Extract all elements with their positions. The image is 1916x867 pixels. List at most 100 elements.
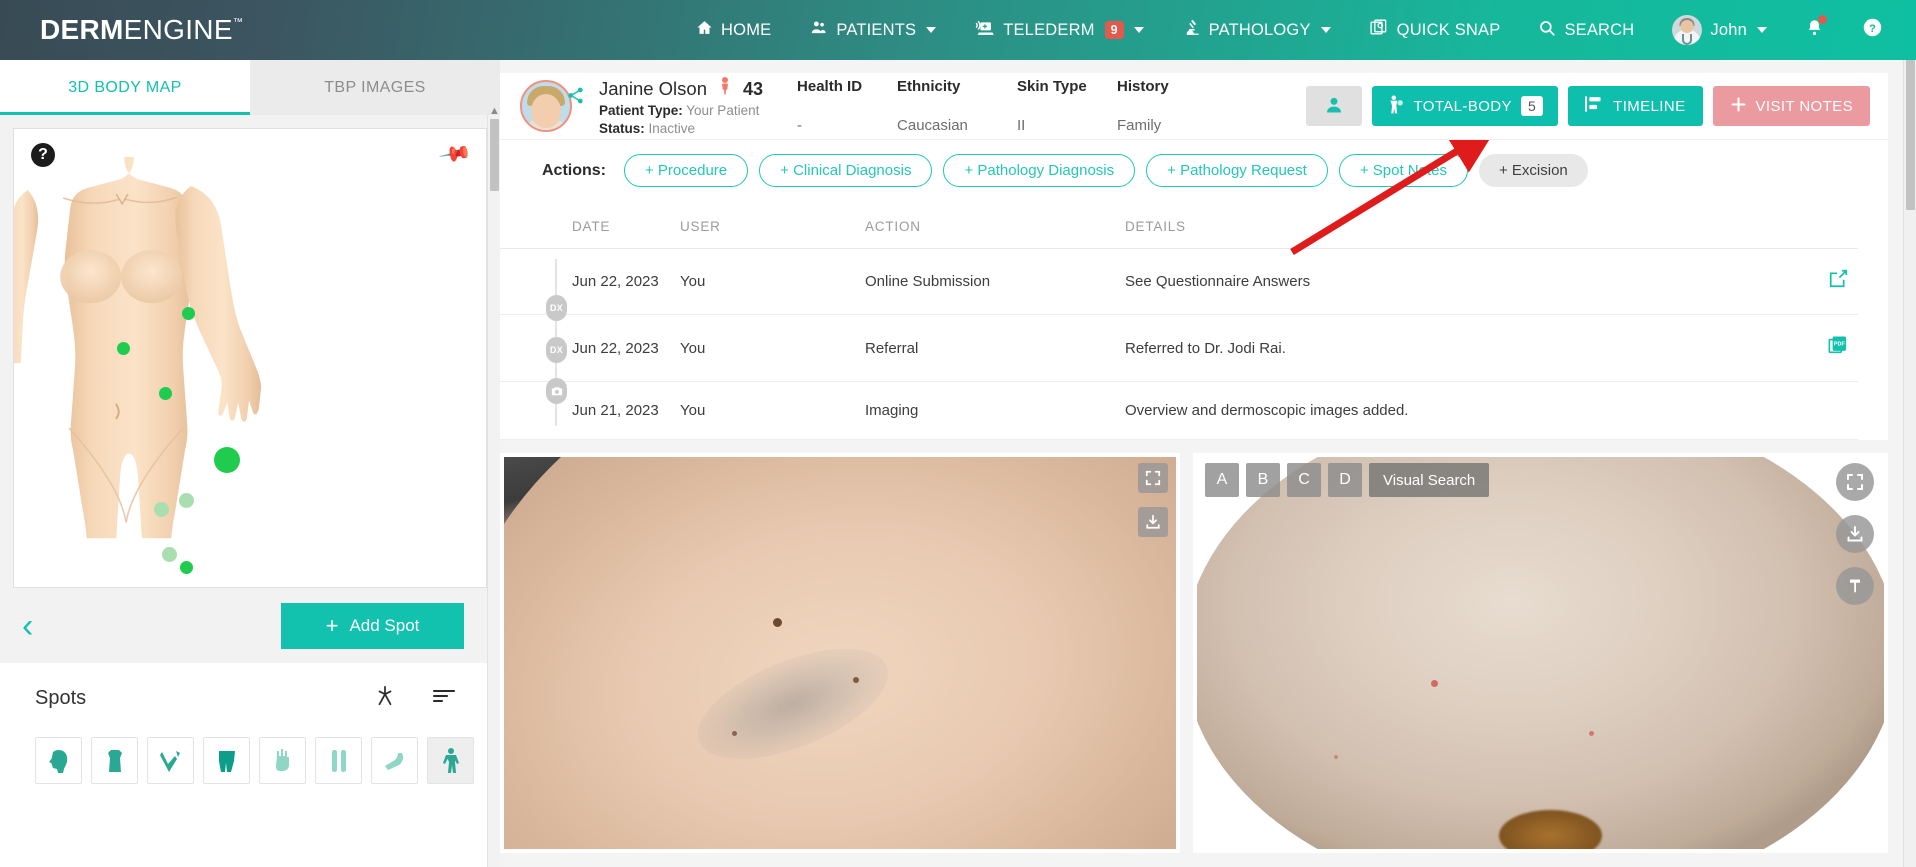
scroll-up-icon[interactable]: ▲	[489, 105, 500, 117]
dermoscopic-photo[interactable]	[1197, 457, 1884, 849]
help-icon[interactable]: ?	[31, 143, 55, 167]
patient-type-value: Your Patient	[686, 102, 760, 118]
actions-label: Actions:	[542, 161, 606, 179]
measure-icon[interactable]	[1836, 567, 1874, 605]
nav-item-home[interactable]: HOME	[677, 0, 790, 60]
help-circle-icon: ?	[1862, 17, 1883, 43]
top-navigation-bar: DERM ENGINE ™ HOME PATIENTS TELEDERM 9 P…	[0, 0, 1916, 60]
nav-item-search[interactable]: SEARCH	[1519, 0, 1653, 60]
region-button-torso[interactable]	[91, 737, 138, 784]
nav-item-quick-snap[interactable]: QUICK SNAP	[1350, 0, 1520, 60]
patient-profile-button[interactable]	[1306, 86, 1363, 126]
add-spot-button[interactable]: + Add Spot	[281, 602, 464, 649]
region-button-arm[interactable]	[147, 737, 194, 784]
abcd-button-d[interactable]: D	[1328, 463, 1362, 497]
sort-icon[interactable]	[432, 687, 456, 710]
abcd-button-a[interactable]: A	[1205, 463, 1239, 497]
action-add-procedure[interactable]: + Procedure	[624, 154, 749, 187]
clinical-overlay-controls	[1138, 463, 1168, 537]
abcd-button-c[interactable]: C	[1287, 463, 1321, 497]
action-add-pathology-request[interactable]: + Pathology Request	[1146, 154, 1328, 187]
timeline-icon	[1585, 95, 1604, 117]
content-area: Janine Olson 43 Patient Type: Your Patie…	[500, 60, 1916, 867]
field-health-id-label: Health ID	[797, 78, 863, 95]
table: DATE USER ACTION DETAILS Jun 22, 2023 Yo…	[500, 201, 1858, 440]
spot-marker[interactable]	[159, 387, 172, 400]
visit-notes-button[interactable]: VISIT NOTES	[1712, 86, 1870, 126]
content-inner: Janine Olson 43 Patient Type: Your Patie…	[500, 60, 1916, 853]
field-skin-type-label: Skin Type	[1017, 78, 1087, 95]
region-button-head[interactable]	[35, 737, 82, 784]
nav-item-telederm[interactable]: TELEDERM 9	[955, 0, 1162, 60]
nav-item-patients[interactable]: PATIENTS	[790, 0, 955, 60]
table-row[interactable]: Jun 22, 2023 You Online Submission See Q…	[500, 248, 1858, 315]
fullscreen-icon[interactable]	[1138, 463, 1168, 493]
visual-search-button[interactable]: Visual Search	[1369, 463, 1490, 497]
nav-item-patients-label: PATIENTS	[836, 20, 917, 39]
clinical-image-card[interactable]	[500, 453, 1180, 853]
sidebar-scrollbar[interactable]: ▲	[487, 105, 500, 867]
download-icon[interactable]	[1836, 515, 1874, 553]
chevron-left-icon[interactable]: ‹	[22, 609, 33, 643]
clinical-photo[interactable]	[504, 457, 1176, 849]
app-logo[interactable]: DERM ENGINE ™	[40, 14, 243, 46]
nav-item-help[interactable]: ?	[1843, 0, 1902, 60]
cell-action: Referral	[865, 314, 1125, 382]
nav-item-pathology[interactable]: PATHOLOGY	[1163, 0, 1350, 60]
body-map-canvas[interactable]: ? 📌	[13, 128, 487, 588]
spot-marker[interactable]	[162, 547, 177, 562]
download-icon[interactable]	[1138, 507, 1168, 537]
cell-row-icon	[1798, 248, 1858, 315]
spot-marker[interactable]	[182, 307, 195, 320]
external-link-icon[interactable]	[1829, 269, 1848, 293]
tab-3d-body-map[interactable]: 3D BODY MAP	[0, 60, 250, 115]
spots-tools	[374, 685, 456, 712]
spot-marker[interactable]	[117, 342, 130, 355]
photos-icon	[1369, 18, 1389, 43]
nav-item-home-label: HOME	[721, 20, 772, 39]
table-row[interactable]: Jun 21, 2023 You Imaging Overview and de…	[500, 381, 1858, 440]
tab-tbp-images[interactable]: TBP IMAGES	[250, 60, 500, 115]
region-button-pelvis[interactable]	[203, 737, 250, 784]
nav-user-name: John	[1710, 20, 1747, 39]
region-button-full-body[interactable]	[427, 737, 474, 784]
timeline-button[interactable]: TIMELINE	[1568, 86, 1703, 126]
cell-user: You	[680, 248, 865, 315]
region-button-foot[interactable]	[371, 737, 418, 784]
patient-avatar[interactable]	[520, 80, 572, 132]
share-icon[interactable]	[566, 86, 585, 110]
region-filter-row	[35, 737, 478, 784]
region-button-legs[interactable]	[315, 737, 362, 784]
spot-marker[interactable]	[214, 447, 240, 473]
cell-date: Jun 21, 2023	[500, 381, 680, 440]
pdf-icon[interactable]: PDF	[1828, 336, 1848, 360]
spot-marker[interactable]	[179, 493, 194, 508]
fullscreen-icon[interactable]	[1836, 463, 1874, 501]
nav-items: HOME PATIENTS TELEDERM 9 PATHOLOGY QUICK…	[677, 0, 1902, 60]
spot-marker[interactable]	[180, 561, 193, 574]
table-header-row: DATE USER ACTION DETAILS	[500, 201, 1858, 249]
field-skin-type: Skin Type II	[1017, 78, 1117, 134]
spot-marker[interactable]	[154, 502, 169, 517]
dermoscopic-image-card[interactable]: A B C D Visual Search	[1193, 453, 1888, 853]
chevron-down-icon	[1757, 27, 1767, 33]
patient-info: Janine Olson 43 Patient Type: Your Patie…	[599, 76, 763, 136]
total-body-button[interactable]: TOTAL-BODY 5	[1372, 86, 1559, 126]
scrollbar-thumb[interactable]	[490, 119, 499, 191]
action-add-pathology-diagnosis[interactable]: + Pathology Diagnosis	[943, 154, 1136, 187]
action-add-clinical-diagnosis[interactable]: + Clinical Diagnosis	[759, 154, 933, 187]
body-pose-icon[interactable]	[374, 685, 396, 712]
nav-item-notifications[interactable]	[1786, 0, 1843, 60]
abcd-button-b[interactable]: B	[1246, 463, 1280, 497]
avatar	[1672, 15, 1703, 45]
table-row[interactable]: Jun 22, 2023 You Referral Referred to Dr…	[500, 314, 1858, 382]
region-button-hand[interactable]	[259, 737, 306, 784]
scrollbar-thumb[interactable]	[1906, 60, 1915, 210]
content-scrollbar[interactable]	[1903, 60, 1916, 867]
abcd-button-group: A B C D Visual Search	[1205, 463, 1490, 497]
patient-name-row: Janine Olson 43	[599, 76, 763, 100]
action-add-spot-notes[interactable]: + Spot Notes	[1338, 154, 1468, 187]
action-add-excision[interactable]: + Excision	[1478, 154, 1588, 187]
cell-user: You	[680, 381, 865, 440]
nav-item-user-menu[interactable]: John	[1653, 0, 1786, 60]
